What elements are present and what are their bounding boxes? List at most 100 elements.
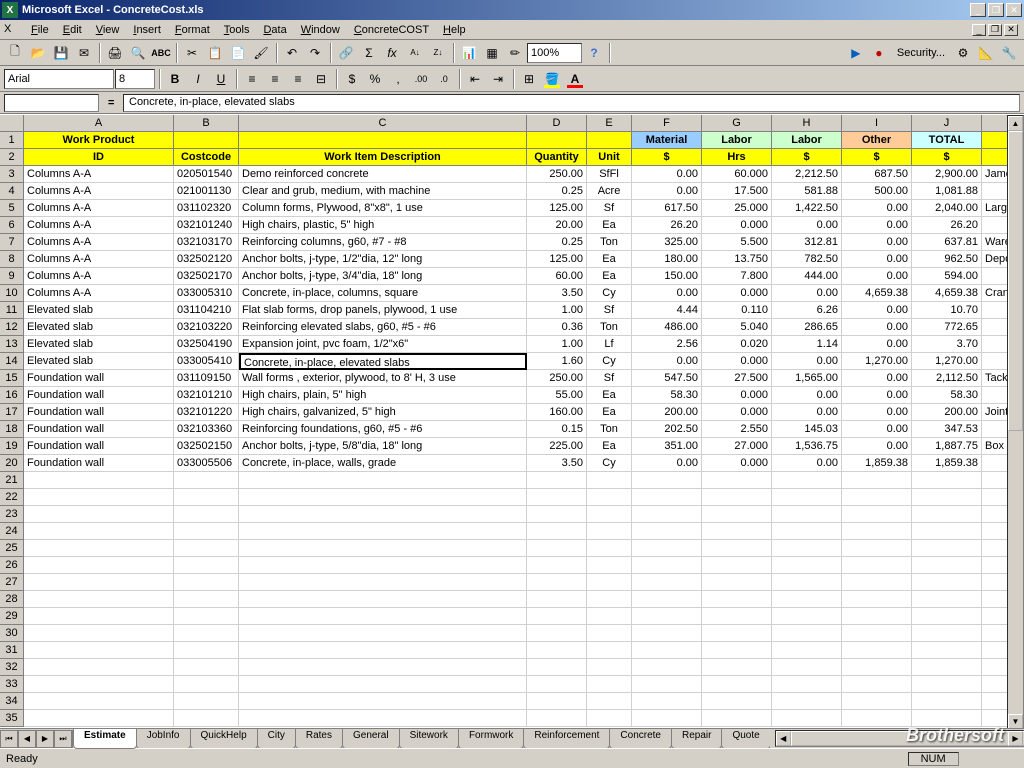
row-header-18[interactable]: 18 (0, 421, 24, 438)
cell-empty[interactable] (772, 591, 842, 608)
cell-G14[interactable]: 0.000 (702, 353, 772, 370)
row-header-24[interactable]: 24 (0, 523, 24, 540)
cell-empty[interactable] (587, 523, 632, 540)
cell-empty[interactable] (912, 489, 982, 506)
cell-A20[interactable]: Foundation wall (24, 455, 174, 472)
cell-empty[interactable] (772, 557, 842, 574)
row-header-13[interactable]: 13 (0, 336, 24, 353)
underline-button[interactable]: U (210, 68, 232, 90)
cell-I3[interactable]: 687.50 (842, 166, 912, 183)
cell-empty[interactable] (632, 642, 702, 659)
cell-C20[interactable]: Concrete, in-place, walls, grade (239, 455, 527, 472)
cell-empty[interactable] (24, 642, 174, 659)
comma-button[interactable]: , (387, 68, 409, 90)
cell-J6[interactable]: 26.20 (912, 217, 982, 234)
cell-A7[interactable]: Columns A-A (24, 234, 174, 251)
row-header-26[interactable]: 26 (0, 557, 24, 574)
decrease-decimal-button[interactable]: .0 (433, 68, 455, 90)
menu-view[interactable]: View (89, 22, 127, 38)
row-header-6[interactable]: 6 (0, 217, 24, 234)
cell-C10[interactable]: Concrete, in-place, columns, square (239, 285, 527, 302)
cell-F7[interactable]: 325.00 (632, 234, 702, 251)
cell-empty[interactable] (772, 608, 842, 625)
cell-H12[interactable]: 286.65 (772, 319, 842, 336)
row-header-15[interactable]: 15 (0, 370, 24, 387)
undo-button[interactable]: ↶ (281, 42, 303, 64)
cell-empty[interactable] (587, 591, 632, 608)
cell-H17[interactable]: 0.00 (772, 404, 842, 421)
cell-empty[interactable] (587, 710, 632, 727)
cell-empty[interactable] (842, 659, 912, 676)
cell-F20[interactable]: 0.00 (632, 455, 702, 472)
vscroll-thumb[interactable] (1008, 131, 1023, 431)
cell-B4[interactable]: 021001130 (174, 183, 239, 200)
cell-empty[interactable] (702, 591, 772, 608)
cell-empty[interactable] (702, 710, 772, 727)
cell-J15[interactable]: 2,112.50 (912, 370, 982, 387)
cell-E20[interactable]: Cy (587, 455, 632, 472)
cell-empty[interactable] (239, 659, 527, 676)
cell-D15[interactable]: 250.00 (527, 370, 587, 387)
sheet-tab-general[interactable]: General (342, 729, 400, 749)
col-header-F[interactable]: F (632, 115, 702, 132)
cell-G17[interactable]: 0.000 (702, 404, 772, 421)
cell-empty[interactable] (24, 608, 174, 625)
cell-empty[interactable] (239, 693, 527, 710)
cell-J10[interactable]: 4,659.38 (912, 285, 982, 302)
cell-E4[interactable]: Acre (587, 183, 632, 200)
cell-G4[interactable]: 17.500 (702, 183, 772, 200)
cell-F18[interactable]: 202.50 (632, 421, 702, 438)
cell-empty[interactable] (772, 625, 842, 642)
cell-empty[interactable] (842, 574, 912, 591)
autosum-button[interactable]: Σ (358, 42, 380, 64)
row-header-34[interactable]: 34 (0, 693, 24, 710)
cell-empty[interactable] (174, 693, 239, 710)
cell-empty[interactable] (587, 625, 632, 642)
cell-empty[interactable] (174, 489, 239, 506)
row-header-20[interactable]: 20 (0, 455, 24, 472)
cell-B5[interactable]: 031102320 (174, 200, 239, 217)
cell-B15[interactable]: 031109150 (174, 370, 239, 387)
cell-empty[interactable] (912, 574, 982, 591)
cell-empty[interactable] (174, 591, 239, 608)
cell-B9[interactable]: 032502170 (174, 268, 239, 285)
cell-D18[interactable]: 0.15 (527, 421, 587, 438)
cell-I17[interactable]: 0.00 (842, 404, 912, 421)
cell-C19[interactable]: Anchor bolts, j-type, 5/8"dia, 18" long (239, 438, 527, 455)
menu-insert[interactable]: Insert (126, 22, 168, 38)
sheet-tab-repair[interactable]: Repair (671, 729, 722, 749)
cut-button[interactable]: ✂ (181, 42, 203, 64)
cell-empty[interactable] (702, 676, 772, 693)
cell-A5[interactable]: Columns A-A (24, 200, 174, 217)
cell-empty[interactable] (842, 489, 912, 506)
row-header-17[interactable]: 17 (0, 404, 24, 421)
cell-H4[interactable]: 581.88 (772, 183, 842, 200)
cell-B7[interactable]: 032103170 (174, 234, 239, 251)
cell-empty[interactable] (239, 676, 527, 693)
next-sheet-button[interactable]: ▶ (36, 730, 54, 748)
cell-C13[interactable]: Expansion joint, pvc foam, 1/2"x6" (239, 336, 527, 353)
merge-button[interactable]: ⊟ (310, 68, 332, 90)
cell-F10[interactable]: 0.00 (632, 285, 702, 302)
cell-E13[interactable]: Lf (587, 336, 632, 353)
cell-empty[interactable] (587, 472, 632, 489)
cell-empty[interactable] (24, 506, 174, 523)
cell-empty[interactable] (527, 489, 587, 506)
cell-empty[interactable] (912, 608, 982, 625)
cell-C17[interactable]: High chairs, galvanized, 5" high (239, 404, 527, 421)
cell-empty[interactable] (24, 659, 174, 676)
sheet-tab-formwork[interactable]: Formwork (458, 729, 524, 749)
workbook-restore-button[interactable]: ❐ (988, 24, 1002, 36)
sheet-tab-concrete[interactable]: Concrete (609, 729, 672, 749)
new-button[interactable]: 🗋 (4, 42, 26, 64)
cell-empty[interactable] (632, 557, 702, 574)
print-preview-button[interactable]: 🔍 (127, 42, 149, 64)
cell-empty[interactable] (632, 489, 702, 506)
cell-I16[interactable]: 0.00 (842, 387, 912, 404)
copy-button[interactable]: 📋 (204, 42, 226, 64)
cell-empty[interactable] (174, 540, 239, 557)
cell-empty[interactable] (24, 676, 174, 693)
cell-J20[interactable]: 1,859.38 (912, 455, 982, 472)
scroll-right-button[interactable]: ▶ (1008, 731, 1023, 746)
cell-empty[interactable] (527, 608, 587, 625)
